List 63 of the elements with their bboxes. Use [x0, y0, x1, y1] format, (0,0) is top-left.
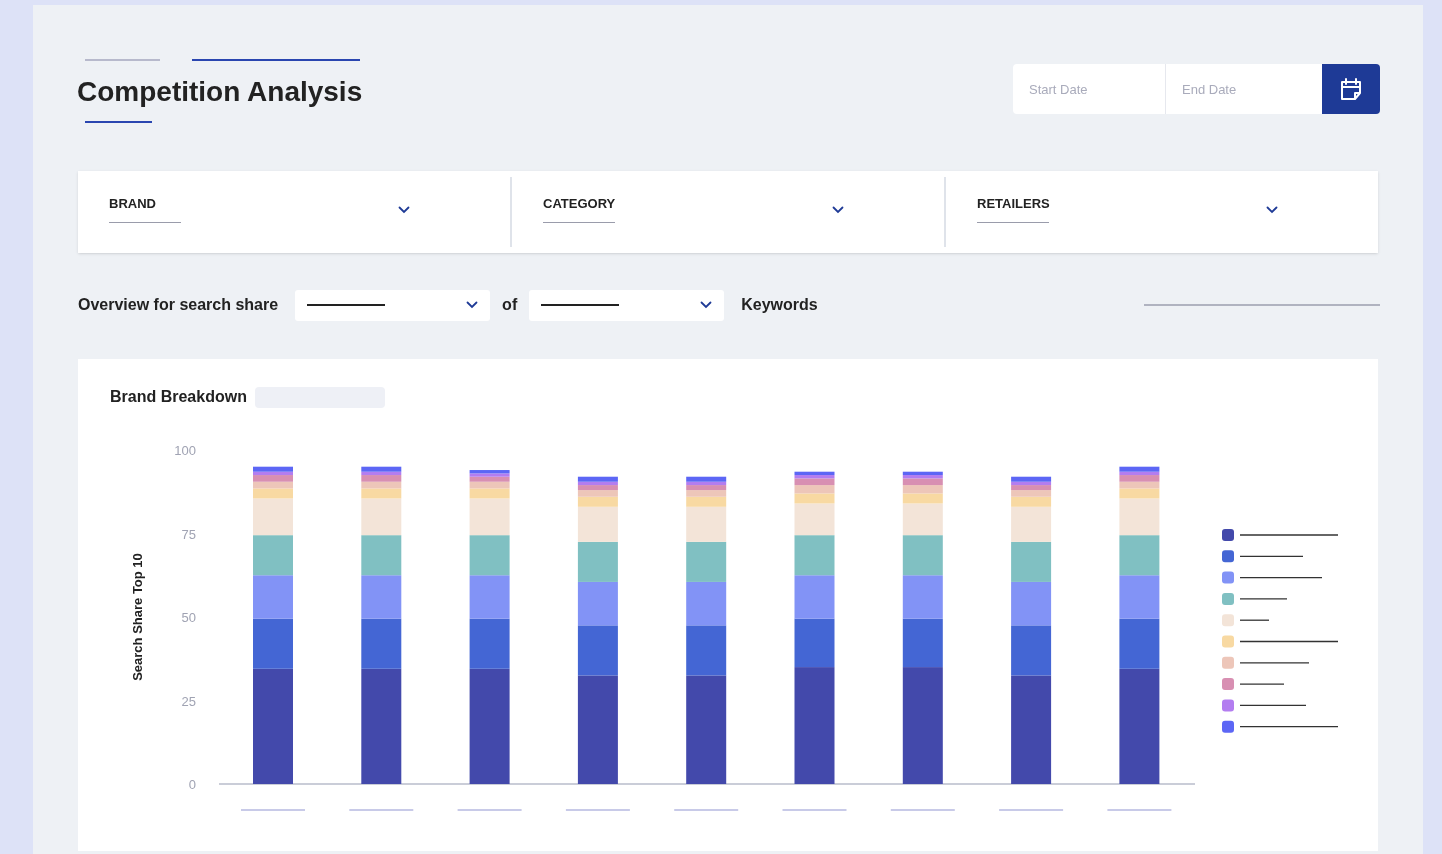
- bar-segment: [794, 485, 835, 494]
- chevron-down-icon: [832, 206, 844, 214]
- keywords-dropdown[interactable]: [529, 289, 725, 321]
- bar-segment: [794, 575, 835, 619]
- filter-dropdown[interactable]: BRAND: [109, 194, 181, 223]
- category-placeholder-line: [565, 809, 631, 811]
- bar-segment: [686, 541, 727, 582]
- bar-segment: [902, 575, 943, 619]
- bar-segment: [902, 535, 943, 576]
- bar-segment: [577, 581, 618, 626]
- chevron-down-icon: [1266, 206, 1278, 214]
- calendar-button[interactable]: [1322, 64, 1380, 114]
- category-placeholder-line: [890, 809, 956, 811]
- value-placeholder-line: [977, 221, 1049, 223]
- bar-segment: [1119, 575, 1160, 619]
- chart-title: Brand Breakdown: [110, 387, 247, 407]
- share-dropdown[interactable]: [295, 289, 491, 321]
- bar-segment: [361, 575, 402, 619]
- category-placeholder-line: [1106, 809, 1173, 811]
- end-date-field[interactable]: End Date: [1166, 64, 1322, 114]
- bar-segment: [794, 535, 835, 576]
- bar-segment: [902, 485, 943, 494]
- legend-placeholder-line: [1239, 662, 1310, 664]
- title-underline: [85, 121, 152, 123]
- bar-segment: [469, 535, 510, 576]
- chevron-down-icon: [398, 206, 410, 214]
- y-tick-label: 100: [174, 443, 196, 458]
- y-tick-label: 75: [181, 526, 196, 542]
- filter-dropdown[interactable]: CATEGORY: [543, 194, 616, 223]
- value-placeholder-line: [543, 221, 615, 223]
- connector-text: of: [502, 295, 518, 315]
- chevron-down-icon: [700, 301, 713, 309]
- chevron-down-icon: [466, 301, 479, 309]
- bar-segment: [1119, 535, 1160, 576]
- legend-placeholder-line: [1239, 619, 1270, 621]
- bar-segment: [1011, 541, 1052, 582]
- legend-placeholder-line: [1239, 683, 1285, 685]
- category-placeholder-line: [240, 809, 306, 811]
- bar-segment: [686, 581, 727, 626]
- filter-dropdown[interactable]: RETAILERS: [977, 194, 1050, 223]
- legend-placeholder-line: [1239, 704, 1307, 707]
- category-placeholder-line: [673, 809, 739, 811]
- bar-segment: [469, 575, 510, 619]
- bar-segment: [253, 535, 293, 576]
- category-placeholder-line: [781, 809, 848, 811]
- bar-segment: [1011, 581, 1052, 626]
- y-tick-label: 0: [188, 777, 196, 792]
- category-placeholder-line: [998, 809, 1064, 811]
- category-placeholder-line: [348, 809, 415, 811]
- start-date-field[interactable]: Start Date: [1013, 64, 1166, 114]
- bar-segment: [253, 575, 293, 619]
- legend-placeholder-line: [1239, 598, 1288, 600]
- y-tick-label: 25: [181, 693, 196, 709]
- legend-placeholder-line: [1239, 555, 1304, 557]
- bar-segment: [577, 541, 618, 582]
- y-axis-title: Search Share Top 10: [130, 553, 145, 681]
- category-placeholder-line: [456, 809, 523, 811]
- bar-segment: [361, 535, 402, 576]
- y-tick-label: 50: [181, 610, 196, 625]
- overview-label: Overview for search share: [78, 295, 279, 315]
- keywords-label: Keywords: [741, 295, 818, 315]
- value-placeholder-line: [109, 221, 181, 223]
- page-title: Competition Analysis: [77, 75, 363, 109]
